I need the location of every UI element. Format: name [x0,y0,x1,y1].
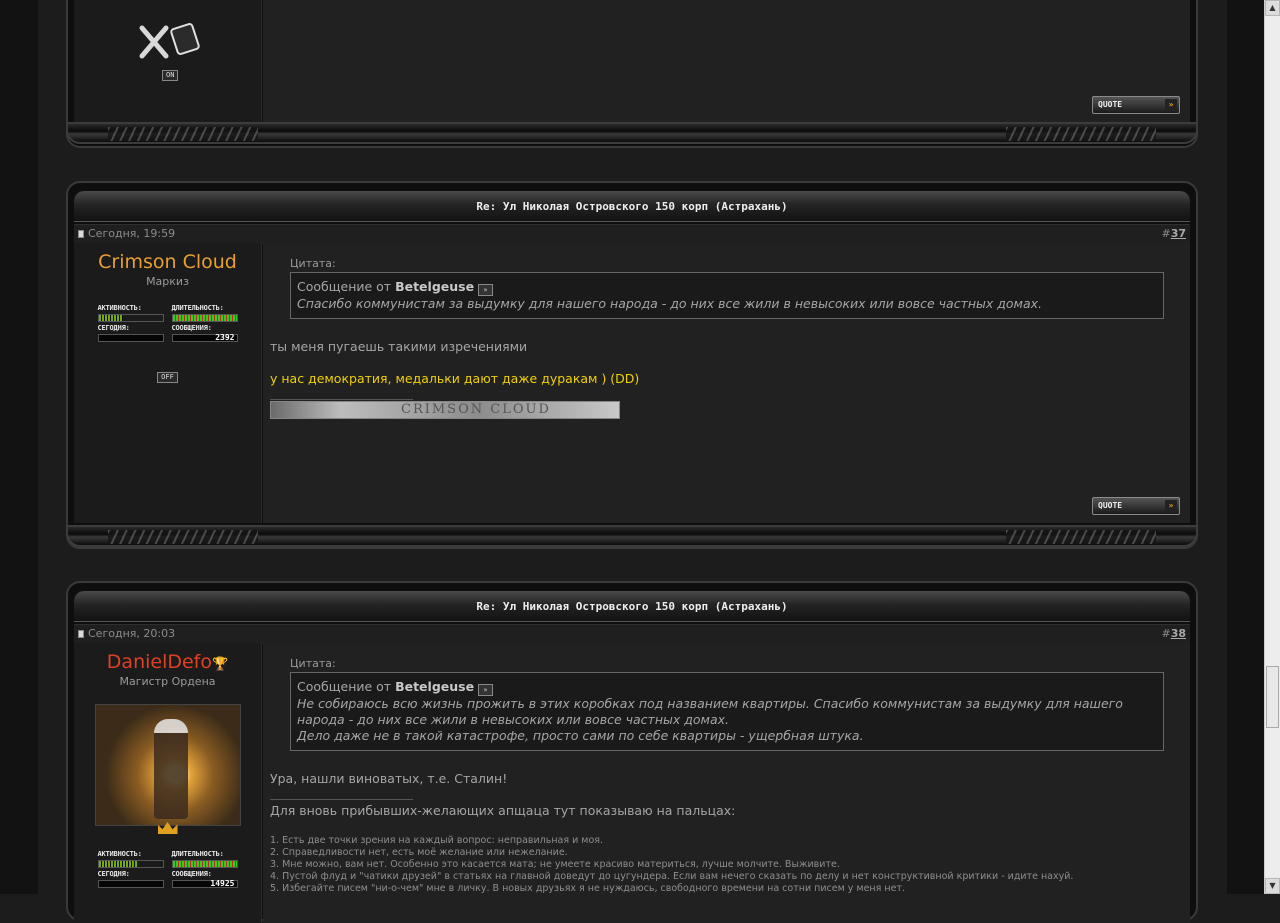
duration-bar [171,860,238,868]
message-line-2: у нас демократия, медальки дают даже дур… [270,371,640,386]
sword-badge-icon [139,23,200,59]
quote-block: Цитата: Сообщение от Betelgeuse » Не соб… [290,657,1164,751]
rule-item: 5. Избегайте писем "ни-о-чем" мне в личк… [270,883,905,894]
quote-text-1: Не собираюсь всю жизнь прожить в этих ко… [297,696,1123,727]
post-number-link[interactable]: 37 [1171,227,1186,240]
quote-from-label: Сообщение от [297,279,392,294]
post-meta-bar: Сегодня, 19:59 #37 [74,224,1190,244]
post-37-message-column: Цитата: Сообщение от Betelgeuse » Спасиб… [263,243,1190,523]
status-on-button[interactable]: ON [162,70,179,81]
post-icon [78,230,84,238]
quote-box: Сообщение от Betelgeuse » Не собираюсь в… [290,672,1164,751]
signature-rules: 1. Есть две точки зрения на каждый вопро… [270,835,1073,895]
post-icon [78,630,84,638]
scroll-down-button[interactable]: ▼ [1265,878,1280,894]
trophy-icon: 🏆 [212,657,229,672]
post-title: Re: Ул Николая Островского 150 корп (Аст… [74,191,1190,222]
post-36-user-column: ON [74,0,262,124]
post-meta-bar: Сегодня, 20:03 #38 [74,624,1190,644]
today-label: СЕГОДНЯ: [97,324,130,332]
post-37-user-column: Crimson Cloud Маркиз АКТИВНОСТЬ: ДЛИТЕЛЬ… [74,243,262,523]
left-background-stripe [0,0,38,894]
duration-label: ДЛИТЕЛЬНОСТЬ: [171,850,224,858]
today-bar [97,880,164,888]
rule-item: 3. Мне можно, вам нет. Особенно это каса… [270,859,840,870]
rule-item: 1. Есть две точки зрения на каждый вопро… [270,835,604,846]
quote-label: Цитата: [290,657,336,670]
scroll-up-button[interactable]: ▲ [1265,0,1280,16]
double-chevron-icon: » [1165,500,1177,512]
quote-block: Цитата: Сообщение от Betelgeuse » Спасиб… [290,257,1164,319]
quote-author: Betelgeuse [395,279,475,294]
status-off-button[interactable]: OFF [157,372,178,383]
post-date: Сегодня, 19:59 [88,227,176,240]
vertical-scrollbar[interactable]: ▲ ▼ [1264,0,1280,894]
posts-count: 2392 [171,334,238,342]
activity-bar [97,860,164,868]
scroll-thumb[interactable] [1266,666,1279,728]
quote-box: Сообщение от Betelgeuse » Спасибо коммун… [290,272,1164,319]
post-36: ON QUOTE» [66,0,1198,148]
double-chevron-icon: » [1165,99,1177,111]
quote-text: Спасибо коммунистам за выдумку для нашег… [297,296,1043,311]
message-line-1: Ура, нашли виноватых, т.е. Сталин! [270,771,508,786]
quote-from-label: Сообщение от [297,679,392,694]
quote-text-2: Дело даже не в такой катастрофе, просто … [297,728,864,743]
activity-bar [97,314,164,322]
post-footer-band [66,525,1198,547]
right-background-stripe [1227,0,1264,894]
post-number-link[interactable]: 38 [1171,627,1186,640]
user-stats: АКТИВНОСТЬ: ДЛИТЕЛЬНОСТЬ: СЕГОДНЯ: СООБЩ… [97,304,238,342]
quote-button[interactable]: QUOTE» [1092,96,1180,114]
post-36-message-column: QUOTE» [263,0,1190,124]
user-rank: Маркиз [146,275,189,288]
quote-label: Цитата: [290,257,336,270]
posts-label: СООБЩЕНИЯ: [171,324,212,332]
post-date: Сегодня, 20:03 [88,627,176,640]
post-number: #38 [1161,627,1186,640]
quote-button[interactable]: QUOTE» [1092,497,1180,515]
duration-bar [171,314,238,322]
message-line-1: ты меня пугаешь такими изречениями [270,339,528,354]
activity-label: АКТИВНОСТЬ: [97,850,142,858]
view-post-arrow-icon[interactable]: » [478,284,494,296]
user-stats: АКТИВНОСТЬ: ДЛИТЕЛЬНОСТЬ: СЕГОДНЯ: СООБЩ… [97,850,238,888]
post-footer-band [66,122,1198,144]
post-38-user-column: DanielDefo🏆 Магистр Ордена АКТИВНОСТЬ: Д… [74,643,262,923]
signature-divider [270,399,413,400]
today-label: СЕГОДНЯ: [97,870,130,878]
posts-label: СООБЩЕНИЯ: [171,870,212,878]
rule-item: 2. Справедливости нет, есть моё желание … [270,847,568,858]
post-number: #37 [1161,227,1186,240]
post-38-message-column: Цитата: Сообщение от Betelgeuse » Не соб… [263,643,1190,923]
posts-count: 14925 [171,880,238,888]
signature-divider [270,799,413,800]
signature-banner: CRIMSON CLOUD [270,401,620,419]
today-bar [97,334,164,342]
duration-label: ДЛИТЕЛЬНОСТЬ: [171,304,224,312]
username-link[interactable]: Crimson Cloud [74,251,261,273]
rule-item: 4. Пустой флуд и "чатики друзей" в стать… [270,871,1074,882]
username-link[interactable]: DanielDefo🏆 [74,651,261,673]
post-37: Re: Ул Николая Островского 150 корп (Аст… [66,181,1198,549]
user-rank: Магистр Ордена [119,675,216,688]
quote-author: Betelgeuse [395,679,475,694]
post-38: Re: Ул Николая Островского 150 корп (Аст… [66,581,1198,923]
user-avatar[interactable] [94,704,241,826]
user-icons [136,20,208,60]
view-post-arrow-icon[interactable]: » [478,684,494,696]
activity-label: АКТИВНОСТЬ: [97,304,142,312]
signature-intro: Для вновь прибывших-желающих апщаца тут … [270,803,736,818]
post-title: Re: Ул Николая Островского 150 корп (Аст… [74,591,1190,622]
